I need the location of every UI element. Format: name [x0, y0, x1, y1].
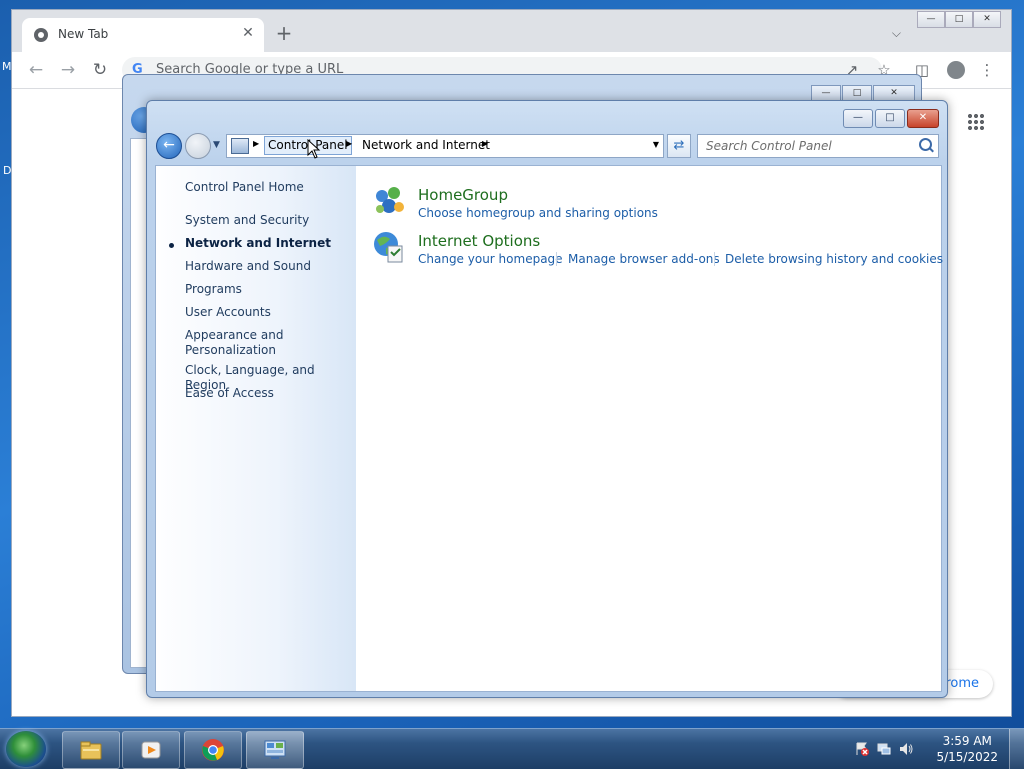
close-button[interactable]: ✕	[907, 109, 939, 128]
tab-title: New Tab	[58, 27, 109, 41]
search-icon[interactable]	[919, 138, 932, 151]
control-panel-icon	[264, 740, 286, 759]
customize-chrome-label: rome	[945, 676, 979, 691]
content-area: Control Panel Home System and Security N…	[155, 165, 943, 692]
back-button[interactable]: ←	[156, 133, 182, 159]
profile-avatar-icon[interactable]	[947, 61, 965, 79]
close-button[interactable]: ✕	[973, 11, 1001, 28]
close-tab-icon[interactable]: ✕	[240, 25, 256, 41]
tab-new-tab[interactable]: New Tab ✕	[22, 18, 264, 52]
reload-icon[interactable]: ↻	[90, 60, 110, 80]
kebab-menu-icon[interactable]: ⋮	[977, 60, 997, 80]
address-bar[interactable]: ▶ Control Panel ▶ Network and Internet ▶…	[226, 134, 664, 158]
maximize-button[interactable]: □	[875, 109, 905, 128]
link-separator	[714, 252, 715, 266]
control-panel-icon	[231, 138, 249, 154]
breadcrumb-arrow-icon[interactable]: ▶	[346, 139, 352, 148]
category-title-homegroup[interactable]: HomeGroup	[418, 186, 508, 204]
minimize-button[interactable]: —	[843, 109, 873, 128]
taskbar: 3:59 AM 5/15/2022	[0, 728, 1024, 769]
nav-control-panel-home[interactable]: Control Panel Home	[185, 180, 350, 195]
link-delete-browsing-history[interactable]: Delete browsing history and cookies	[725, 252, 943, 266]
mouse-cursor-icon	[307, 139, 321, 159]
window-controls: — □ ✕	[841, 109, 939, 128]
nav-ease-of-access[interactable]: Ease of Access	[185, 386, 350, 401]
nav-network-and-internet: Network and Internet	[185, 236, 331, 250]
breadcrumb-arrow-icon[interactable]: ▶	[253, 139, 259, 148]
internet-options-icon[interactable]	[372, 230, 406, 264]
link-choose-homegroup[interactable]: Choose homegroup and sharing options	[418, 206, 658, 220]
link-manage-browser-add-ons[interactable]: Manage browser add-ons	[568, 252, 720, 266]
nav-user-accounts[interactable]: User Accounts	[185, 305, 350, 320]
chrome-icon	[202, 739, 224, 761]
category-title-internet-options[interactable]: Internet Options	[418, 232, 540, 250]
homegroup-icon[interactable]	[372, 184, 406, 218]
link-change-your-homepage[interactable]: Change your homepage	[418, 252, 563, 266]
left-navigation: Control Panel Home System and Security N…	[156, 166, 356, 691]
chrome-tabstrip: New Tab ✕ + ⌵ — □ ✕	[12, 10, 1011, 52]
minimize-button[interactable]: —	[917, 11, 945, 28]
taskbar-media-player[interactable]	[122, 731, 180, 769]
search-input[interactable]: Search Control Panel	[697, 134, 939, 158]
clock-time: 3:59 AM	[942, 734, 992, 748]
system-tray: 3:59 AM 5/15/2022	[854, 729, 1024, 769]
recent-pages-chevron-down-icon[interactable]: ▼	[213, 140, 220, 150]
breadcrumb-network-and-internet[interactable]: Network and Internet	[362, 138, 490, 152]
volume-icon[interactable]	[898, 741, 914, 757]
back-arrow-icon[interactable]: ←	[26, 60, 46, 80]
system-clock[interactable]: 3:59 AM 5/15/2022	[936, 733, 998, 765]
taskbar-file-explorer[interactable]	[62, 731, 120, 769]
desktop-icon-label-fragment: D	[3, 164, 12, 177]
file-explorer-icon	[80, 741, 102, 760]
breadcrumb-arrow-icon[interactable]: ▶	[482, 139, 488, 148]
current-item-bullet-icon	[169, 243, 174, 248]
search-placeholder: Search Control Panel	[706, 139, 832, 153]
nav-system-and-security[interactable]: System and Security	[185, 213, 350, 228]
desktop-icon-label-fragment: M	[2, 60, 12, 73]
maximize-button[interactable]: □	[945, 11, 973, 28]
nav-programs[interactable]: Programs	[185, 282, 350, 297]
taskbar-control-panel[interactable]	[246, 731, 304, 769]
tab-search-chevron-down-icon[interactable]: ⌵	[892, 26, 901, 41]
refresh-icon[interactable]: ⇄	[667, 134, 691, 158]
taskbar-chrome[interactable]	[184, 731, 242, 769]
new-tab-button[interactable]: +	[274, 23, 294, 44]
google-apps-grid-icon[interactable]	[967, 113, 985, 131]
chrome-favicon-icon	[34, 28, 48, 42]
control-panel-window: — □ ✕ ← ▼ ▶ Control Panel ▶ Network and …	[146, 100, 948, 698]
nav-appearance-and-personalization[interactable]: Appearance and Personalization	[185, 328, 305, 358]
address-history-chevron-down-icon[interactable]: ▼	[653, 140, 659, 149]
network-icon[interactable]	[876, 741, 892, 757]
forward-arrow-icon[interactable]: →	[58, 60, 78, 80]
forward-button[interactable]	[185, 133, 211, 159]
media-player-icon	[141, 741, 161, 759]
show-desktop-button[interactable]	[1009, 729, 1024, 769]
clock-date: 5/15/2022	[936, 750, 998, 764]
nav-hardware-and-sound[interactable]: Hardware and Sound	[185, 259, 350, 274]
link-separator	[556, 252, 557, 266]
chrome-window-controls: — □ ✕	[917, 11, 1001, 28]
action-center-flag-icon[interactable]	[854, 741, 870, 757]
start-button[interactable]	[6, 731, 46, 767]
